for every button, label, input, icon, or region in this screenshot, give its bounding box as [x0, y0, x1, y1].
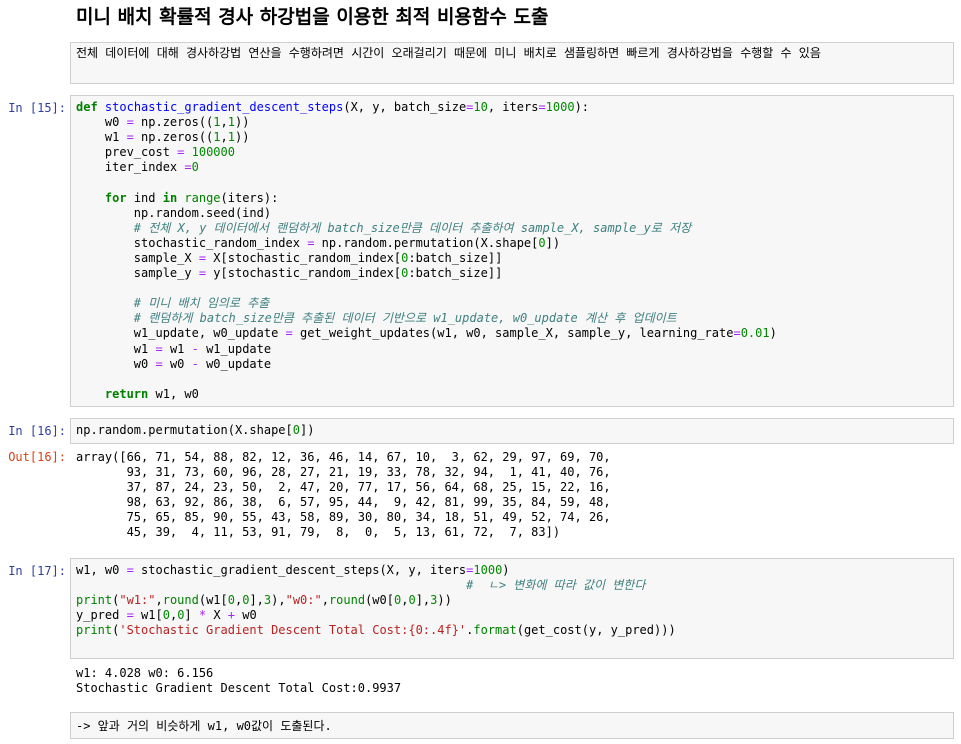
- markdown-cell-intro[interactable]: 전체 데이터에 대해 경사하강법 연산을 수행하려면 시간이 오래걸리기 때문에…: [70, 42, 954, 84]
- input-prompt-15: In [15]:: [8, 101, 66, 115]
- code-editor-15[interactable]: def stochastic_gradient_descent_steps(X,…: [76, 100, 948, 402]
- code-editor-16[interactable]: np.random.permutation(X.shape[0]): [76, 423, 948, 438]
- markdown-cell-conclusion[interactable]: -> 앞과 거의 비슷하게 w1, w0값이 도출된다.: [70, 712, 954, 739]
- section-heading: 미니 배치 확률적 경사 하강법을 이용한 최적 비용함수 도출: [76, 6, 549, 28]
- output-area-16: array([66, 71, 54, 88, 82, 12, 36, 46, 1…: [76, 450, 611, 540]
- markdown-text: 전체 데이터에 대해 경사하강법 연산을 수행하려면 시간이 오래걸리기 때문에…: [76, 46, 821, 60]
- markdown-text: -> 앞과 거의 비슷하게 w1, w0값이 도출된다.: [76, 719, 332, 733]
- input-prompt-16: In [16]:: [8, 424, 66, 438]
- code-cell-15[interactable]: def stochastic_gradient_descent_steps(X,…: [70, 95, 954, 407]
- input-prompt-17: In [17]:: [8, 564, 66, 578]
- code-cell-16[interactable]: np.random.permutation(X.shape[0]): [70, 418, 954, 444]
- output-prompt-16: Out[16]:: [8, 450, 66, 464]
- code-editor-17[interactable]: w1, w0 = stochastic_gradient_descent_ste…: [76, 563, 948, 638]
- output-area-17: w1: 4.028 w0: 6.156 Stochastic Gradient …: [76, 666, 402, 696]
- code-cell-17[interactable]: w1, w0 = stochastic_gradient_descent_ste…: [70, 558, 954, 659]
